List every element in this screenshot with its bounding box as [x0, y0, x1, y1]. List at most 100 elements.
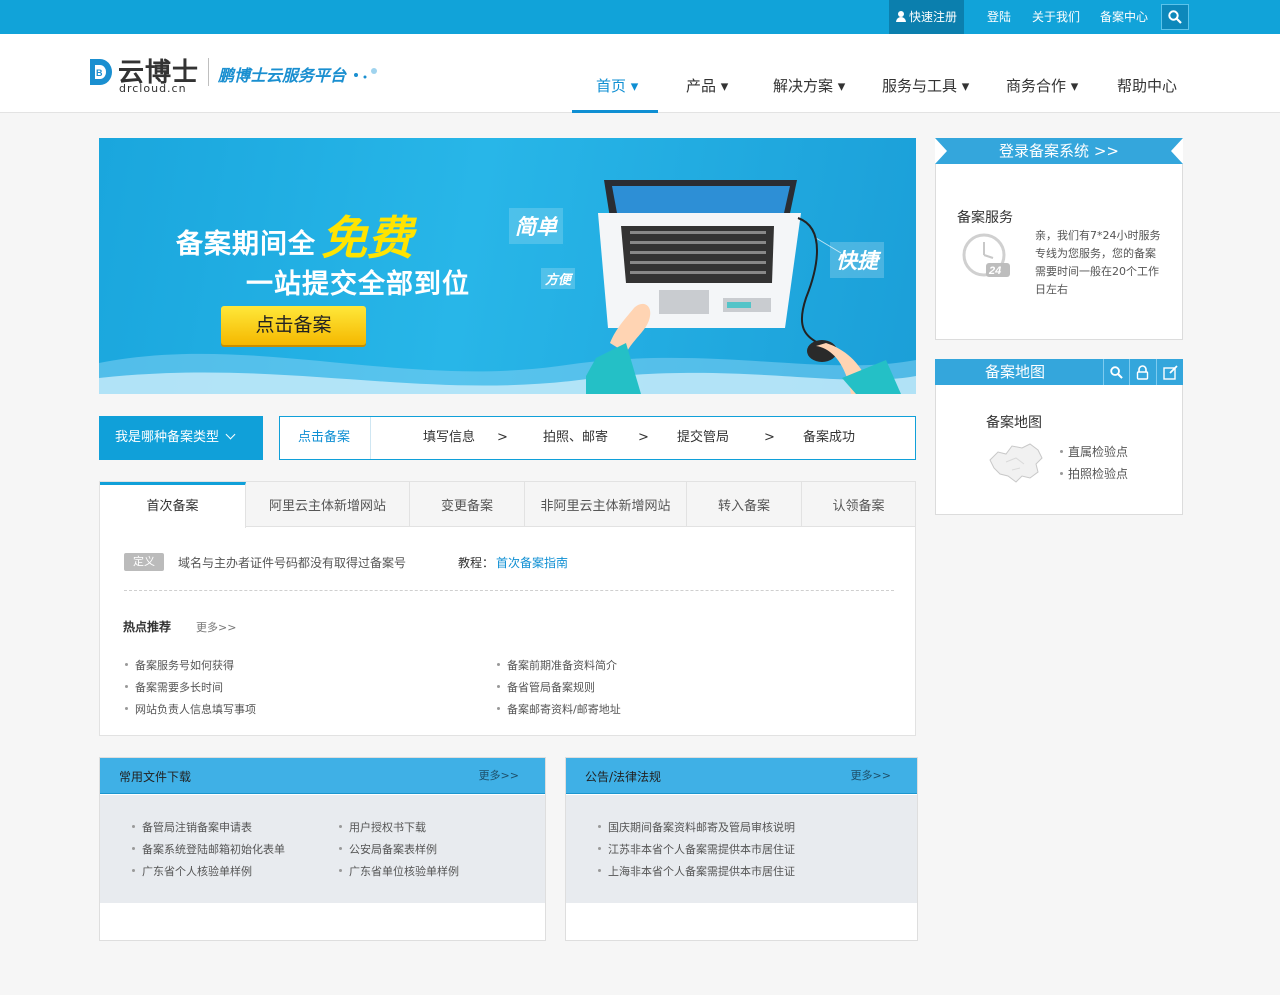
- nav-help[interactable]: 帮助中心: [1117, 75, 1177, 96]
- edit-icon: [1162, 364, 1178, 380]
- nav-business[interactable]: 商务合作 ▾: [1006, 75, 1078, 96]
- list-item[interactable]: 备案系统登陆邮箱初始化表单: [130, 841, 285, 857]
- site-header: B 云博士 drcloud.cn 鹏博士云服务平台 首页 ▾ 产品 ▾ 解决方案…: [0, 34, 1280, 113]
- list-item[interactable]: 备案邮寄资料/邮寄地址: [495, 701, 621, 717]
- about-link[interactable]: 关于我们: [1032, 0, 1080, 34]
- downloads-box: 常用文件下载 更多>> 备管局注销备案申请表 备案系统登陆邮箱初始化表单 广东省…: [99, 757, 546, 941]
- step-arrow: >: [497, 430, 508, 445]
- china-map-icon[interactable]: [986, 442, 1046, 484]
- clock-label: 24: [988, 265, 1001, 277]
- nav-services-tools[interactable]: 服务与工具 ▾: [882, 75, 969, 96]
- tab-row: 首次备案 阿里云主体新增网站 变更备案 非阿里云主体新增网站 转入备案 认领备案: [100, 482, 915, 528]
- search-icon: [1168, 10, 1182, 24]
- step-submit-bureau: 提交管局: [677, 430, 730, 445]
- tutorial-label: 教程：: [458, 556, 495, 570]
- step-photo-mail: 拍照、邮寄: [543, 430, 609, 445]
- list-item[interactable]: 上海非本省个人备案需提供本市居住证: [596, 863, 795, 879]
- list-item[interactable]: 广东省单位核验单样例: [337, 863, 459, 879]
- tab-aliyun-new-site[interactable]: 阿里云主体新增网站: [246, 482, 410, 527]
- logo-divider: [208, 58, 209, 86]
- definition-badge: 定义: [124, 553, 164, 571]
- user-icon: [895, 11, 906, 22]
- step-arrow: >: [764, 430, 775, 445]
- banner-tag-simple: 简单: [509, 208, 563, 244]
- laptop-illustration: [586, 180, 901, 394]
- logo-icon[interactable]: B: [86, 56, 114, 88]
- banner-highlight: 免费: [321, 211, 413, 265]
- downloads-more-link[interactable]: 更多>>: [479, 758, 519, 794]
- list-item[interactable]: 备案前期准备资料简介: [495, 657, 617, 673]
- quick-register-label: 快速注册: [908, 10, 957, 24]
- list-item[interactable]: 国庆期间备案资料邮寄及管局审核说明: [596, 819, 795, 835]
- list-item[interactable]: 江苏非本省个人备案需提供本市居住证: [596, 841, 795, 857]
- banner-tag-easy: 方便: [541, 268, 576, 289]
- notices-more-link[interactable]: 更多>>: [851, 758, 891, 794]
- beian-map-card: 备案地图 备案地图 直属检验点 拍照检验点: [935, 359, 1183, 515]
- map-search-button[interactable]: [1103, 359, 1129, 385]
- dashed-divider: [124, 590, 894, 591]
- login-link[interactable]: 登陆: [987, 0, 1011, 34]
- login-beian-system-button[interactable]: 登录备案系统 >>: [935, 138, 1183, 164]
- tab-transfer-beian[interactable]: 转入备案: [687, 482, 802, 527]
- banner-cta-button[interactable]: 点击备案: [221, 306, 366, 345]
- top-bar: 快速注册 登陆 关于我们 备案中心: [0, 0, 1280, 34]
- hot-topics-title: 热点推荐: [123, 620, 172, 634]
- service-description: 亲，我们有7*24小时服务专线为您服务，您的备案需要时间一般在20个工作日左右: [1035, 229, 1161, 296]
- step-success: 备案成功: [803, 430, 856, 445]
- notices-header: 公告/法律法规 更多>>: [566, 758, 917, 794]
- clock-24h-icon: 24: [962, 233, 1010, 277]
- tab-non-aliyun-new-site[interactable]: 非阿里云主体新增网站: [525, 482, 687, 527]
- nav-products[interactable]: 产品 ▾: [686, 75, 728, 96]
- map-edit-button[interactable]: [1156, 359, 1183, 385]
- map-item-photo[interactable]: 拍照检验点: [1060, 465, 1128, 482]
- beian-type-button[interactable]: 我是哪种备案类型: [99, 416, 263, 460]
- downloads-body: 备管局注销备案申请表 备案系统登陆邮箱初始化表单 广东省个人核验单样例 用户授权…: [100, 795, 545, 903]
- top-search-button[interactable]: [1161, 4, 1189, 30]
- step-click-beian[interactable]: 点击备案: [298, 417, 350, 459]
- banner-headline-1: 备案期间全: [176, 229, 316, 260]
- decorative-dots-icon: [354, 68, 377, 79]
- list-item[interactable]: 广东省个人核验单样例: [130, 863, 252, 879]
- downloads-title: 常用文件下载: [119, 770, 192, 784]
- tutorial-link[interactable]: 首次备案指南: [496, 554, 568, 571]
- list-item[interactable]: 备案服务号如何获得: [123, 657, 234, 673]
- list-item[interactable]: 备管局注销备案申请表: [130, 819, 252, 835]
- quick-register-button[interactable]: 快速注册: [889, 0, 964, 34]
- notices-box: 公告/法律法规 更多>> 国庆期间备案资料邮寄及管局审核说明 江苏非本省个人备案…: [565, 757, 918, 941]
- beian-center-link[interactable]: 备案中心: [1100, 0, 1148, 34]
- nav-solutions[interactable]: 解决方案 ▾: [773, 75, 845, 96]
- notices-title: 公告/法律法规: [585, 770, 662, 784]
- chevron-down-icon: [225, 429, 236, 440]
- step-fill-info: 填写信息: [423, 430, 476, 445]
- hot-topics-more-link[interactable]: 更多>>: [196, 619, 236, 635]
- service-title: 备案服务: [957, 210, 1013, 226]
- search-icon: [1110, 365, 1123, 379]
- step-divider: [370, 417, 371, 459]
- notices-body: 国庆期间备案资料邮寄及管局审核说明 江苏非本省个人备案需提供本市居住证 上海非本…: [566, 795, 917, 903]
- beian-type-label: 我是哪种备案类型: [115, 430, 220, 445]
- list-item[interactable]: 用户授权书下载: [337, 819, 426, 835]
- process-steps: 点击备案 填写信息 > 拍照、邮寄 > 提交管局 > 备案成功: [279, 416, 916, 460]
- map-title: 备案地图: [986, 415, 1042, 431]
- banner-headline-2: 一站提交全部到位: [246, 269, 470, 300]
- logo-domain: drcloud.cn: [119, 82, 187, 95]
- hero-banner[interactable]: 备案期间全 免费 一站提交全部到位 点击备案 简单 方便 快捷: [99, 138, 916, 394]
- beian-service-card: 登录备案系统 >> 备案服务 24 亲，我们有7*24小时服务专线为您服务，您的…: [935, 138, 1183, 340]
- list-item[interactable]: 公安局备案表样例: [337, 841, 437, 857]
- step-arrow: >: [638, 430, 649, 445]
- nav-home[interactable]: 首页 ▾: [596, 75, 638, 96]
- tab-claim-beian[interactable]: 认领备案: [802, 482, 915, 527]
- tab-change-beian[interactable]: 变更备案: [410, 482, 525, 527]
- list-item[interactable]: 备案需要多长时间: [123, 679, 223, 695]
- map-header: 备案地图: [935, 359, 1183, 385]
- tab-first-beian[interactable]: 首次备案: [100, 482, 246, 528]
- lock-icon: [1136, 364, 1149, 380]
- logo-slogan: 鹏博士云服务平台: [218, 66, 347, 85]
- map-header-title: 备案地图: [985, 363, 1046, 381]
- list-item[interactable]: 网站负责人信息填写事项: [123, 701, 256, 717]
- beian-types-panel: 首次备案 阿里云主体新增网站 变更备案 非阿里云主体新增网站 转入备案 认领备案…: [99, 481, 916, 736]
- definition-text: 域名与主办者证件号码都没有取得过备案号: [178, 556, 407, 570]
- list-item[interactable]: 备省管局备案规则: [495, 679, 595, 695]
- map-item-direct[interactable]: 直属检验点: [1060, 443, 1128, 460]
- map-lock-button[interactable]: [1129, 359, 1155, 385]
